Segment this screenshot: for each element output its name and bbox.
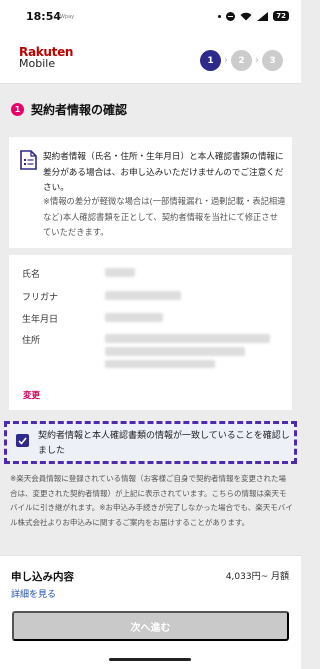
notice-sub-text: ※情報の差分が軽微な場合は(一部情報漏れ・過剰記載・表記相違など)本人確認書類を… xyxy=(43,196,286,237)
status-icons: 72 xyxy=(218,11,289,21)
step-3: 3 xyxy=(262,50,283,71)
app-header: Rakuten Mobile 1 › 2 › 3 xyxy=(0,36,301,84)
notice-card: 契約者情報（氏名・住所・生年月日）と本人確認書類の情報に差分がある場合は、お申し… xyxy=(9,137,292,248)
confirm-checkbox[interactable] xyxy=(16,434,29,447)
change-link[interactable]: 変更 xyxy=(23,389,40,401)
clock: 18:54 xyxy=(26,10,62,23)
step-1: 1 xyxy=(200,50,221,71)
status-indicator-text: Wpay xyxy=(60,14,75,20)
wifi-icon xyxy=(240,12,252,20)
birthdate-value-redacted xyxy=(105,313,163,322)
kana-label: フリガナ xyxy=(22,293,59,303)
contractor-info-card: 氏名 フリガナ 生年月日 住所 変更 xyxy=(9,255,292,410)
address-value-redacted xyxy=(105,360,215,368)
confirm-label: 契約者情報と本人確認書類の情報が一致していることを確認しました xyxy=(38,431,290,456)
status-bar: 18:54 Wpay 72 xyxy=(0,0,301,36)
step-2: 2 xyxy=(231,50,252,71)
section-title-text: 契約者情報の確認 xyxy=(31,103,128,117)
battery-icon: 72 xyxy=(273,11,289,21)
birthdate-label: 生年月日 xyxy=(22,315,59,325)
section-number-badge: 1 xyxy=(11,103,24,116)
view-details-link[interactable]: 詳細を見る xyxy=(11,587,56,600)
logo-line-2: Mobile xyxy=(19,57,56,70)
home-indicator[interactable] xyxy=(109,658,191,661)
signal-icon xyxy=(257,11,269,21)
address-value-redacted xyxy=(105,347,245,356)
monthly-price: 4,033円~ 月額 xyxy=(225,572,289,582)
kana-value-redacted xyxy=(105,291,181,300)
application-summary-label: 申し込み内容 xyxy=(11,571,74,583)
section-title: 1 契約者情報の確認 xyxy=(11,101,127,118)
address-value-redacted xyxy=(105,334,270,343)
footnote-text: ※楽天会員情報に登録されている情報（お客様ご自身で契約者情報を変更された場合は、… xyxy=(10,474,293,528)
checkmark-icon xyxy=(18,436,27,445)
name-label: 氏名 xyxy=(22,270,41,280)
notice-main-text: 契約者情報（氏名・住所・生年月日）と本人確認書類の情報に差分がある場合は、お申し… xyxy=(43,152,284,193)
confirm-checkbox-row[interactable]: 契約者情報と本人確認書類の情報が一致していることを確認しました xyxy=(4,421,297,464)
bottom-bar: 申し込み内容 4,033円~ 月額 詳細を見る 次へ進む xyxy=(0,555,301,669)
step-indicator: 1 › 2 › 3 xyxy=(200,50,283,71)
do-not-disturb-icon xyxy=(226,11,236,21)
chevron-right-icon: › xyxy=(224,55,228,66)
address-label: 住所 xyxy=(22,336,41,346)
rakuten-mobile-logo[interactable]: Rakuten Mobile xyxy=(19,46,73,70)
name-value-redacted xyxy=(105,268,135,277)
document-list-icon xyxy=(20,150,37,170)
notification-dot-icon xyxy=(218,14,222,18)
next-button[interactable]: 次へ進む xyxy=(12,611,289,641)
chevron-right-icon: › xyxy=(255,55,259,66)
